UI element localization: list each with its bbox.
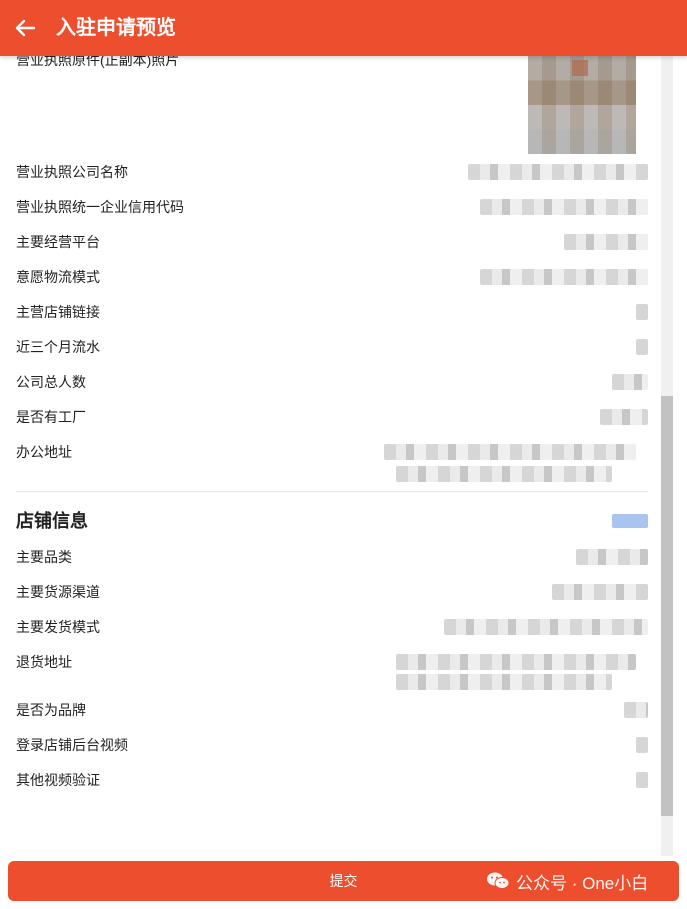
store-link-value-redacted bbox=[636, 304, 648, 320]
return-address-line2-redacted bbox=[396, 674, 612, 690]
row-headcount: 公司总人数 bbox=[16, 370, 648, 394]
scrollbar-thumb[interactable] bbox=[661, 396, 673, 816]
app-header: 入驻申请预览 bbox=[0, 0, 687, 56]
row-is-brand: 是否为品牌 bbox=[16, 698, 648, 722]
main-category-label: 主要品类 bbox=[16, 549, 72, 565]
office-address-line2-redacted bbox=[396, 466, 612, 482]
shipping-mode-label: 主要发货模式 bbox=[16, 619, 100, 635]
row-office-address-line2 bbox=[16, 462, 648, 486]
store-info-title: 店铺信息 bbox=[16, 511, 88, 531]
row-return-address-line2 bbox=[16, 670, 648, 694]
has-factory-label: 是否有工厂 bbox=[16, 409, 86, 425]
has-factory-value-redacted bbox=[600, 409, 648, 425]
revenue-label: 近三个月流水 bbox=[16, 339, 100, 355]
row-backend-video: 登录店铺后台视频 bbox=[16, 733, 648, 757]
company-name-value-redacted bbox=[468, 164, 648, 180]
headcount-value-redacted bbox=[612, 374, 648, 390]
company-name-label: 营业执照公司名称 bbox=[16, 164, 128, 180]
back-button[interactable] bbox=[10, 13, 40, 43]
credit-code-value-redacted bbox=[480, 199, 648, 215]
section-divider bbox=[16, 491, 648, 492]
backend-video-label: 登录店铺后台视频 bbox=[16, 737, 128, 753]
supply-channel-value-redacted bbox=[552, 584, 648, 600]
main-platform-value-redacted bbox=[564, 234, 648, 250]
row-other-video: 其他视频验证 bbox=[16, 768, 648, 792]
row-office-address: 办公地址 bbox=[16, 440, 648, 464]
row-credit-code: 营业执照统一企业信用代码 bbox=[16, 195, 648, 219]
row-shipping-mode: 主要发货模式 bbox=[16, 615, 648, 639]
preview-content: 营业执照原件(正副本)照片 营业执照公司名称 营业执照统一企业信用代码 主要经营… bbox=[0, 0, 660, 860]
wechat-icon bbox=[486, 870, 510, 892]
shipping-mode-value-redacted bbox=[444, 619, 648, 635]
revenue-value-redacted bbox=[636, 339, 648, 355]
logistics-mode-label: 意愿物流模式 bbox=[16, 269, 100, 285]
office-address-line1-redacted bbox=[384, 444, 636, 460]
logistics-mode-value-redacted bbox=[480, 269, 648, 285]
row-revenue: 近三个月流水 bbox=[16, 335, 648, 359]
scrollbar-track[interactable] bbox=[661, 56, 673, 856]
store-link-label: 主营店铺链接 bbox=[16, 304, 100, 320]
row-supply-channel: 主要货源渠道 bbox=[16, 580, 648, 604]
arrow-left-icon bbox=[15, 19, 36, 37]
page-title: 入驻申请预览 bbox=[56, 17, 176, 39]
watermark: 公众号 · One小白 bbox=[486, 868, 648, 894]
row-store-link: 主营店铺链接 bbox=[16, 300, 648, 324]
other-video-value-redacted bbox=[636, 772, 648, 788]
office-address-label: 办公地址 bbox=[16, 444, 72, 460]
watermark-text: 公众号 · One小白 bbox=[516, 873, 649, 893]
store-info-tag-redacted bbox=[612, 514, 648, 528]
row-has-factory: 是否有工厂 bbox=[16, 405, 648, 429]
credit-code-label: 营业执照统一企业信用代码 bbox=[16, 199, 184, 215]
return-address-line1-redacted bbox=[396, 654, 636, 670]
row-main-platform: 主要经营平台 bbox=[16, 230, 648, 254]
backend-video-value-redacted bbox=[636, 737, 648, 753]
row-company-name: 营业执照公司名称 bbox=[16, 160, 648, 184]
main-platform-label: 主要经营平台 bbox=[16, 234, 100, 250]
other-video-label: 其他视频验证 bbox=[16, 772, 100, 788]
supply-channel-label: 主要货源渠道 bbox=[16, 584, 100, 600]
license-photo-thumbnail[interactable] bbox=[528, 56, 636, 154]
headcount-label: 公司总人数 bbox=[16, 374, 86, 390]
is-brand-value-redacted bbox=[624, 702, 648, 718]
row-main-category: 主要品类 bbox=[16, 545, 648, 569]
main-category-value-redacted bbox=[576, 549, 648, 565]
row-logistics-mode: 意愿物流模式 bbox=[16, 265, 648, 289]
is-brand-label: 是否为品牌 bbox=[16, 702, 86, 718]
